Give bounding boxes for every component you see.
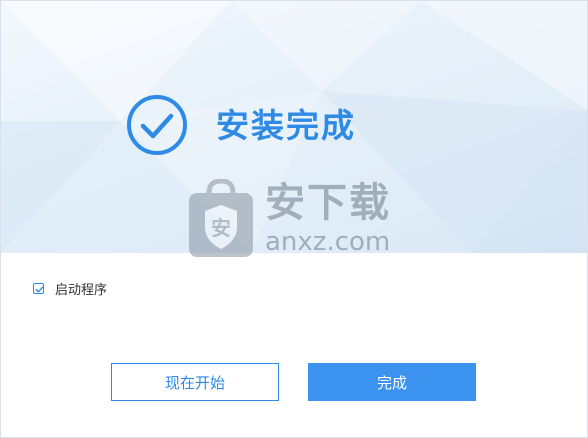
start-now-button[interactable]: 现在开始	[111, 363, 279, 401]
watermark: 安 安下载 anxz.com	[187, 179, 407, 261]
watermark-text: 安下载	[265, 180, 391, 226]
launch-label: 启动程序	[55, 283, 108, 298]
success-header: 安装完成	[126, 94, 356, 156]
check-circle-icon	[127, 95, 187, 155]
checkmark-icon	[35, 286, 44, 293]
launch-checkbox[interactable]	[33, 283, 44, 294]
finish-button[interactable]: 完成	[308, 363, 476, 401]
launch-program-option[interactable]: 启动程序	[33, 279, 107, 298]
watermark-domain: anxz.com	[265, 227, 391, 257]
page-title: 安装完成	[216, 105, 356, 145]
installer-window: 安装完成 安 安下载 anxz.com 启动程序 现在开始 完成	[0, 0, 588, 438]
watermark-logo-char: 安	[211, 216, 231, 240]
shield-bag-icon: 安	[189, 179, 253, 257]
